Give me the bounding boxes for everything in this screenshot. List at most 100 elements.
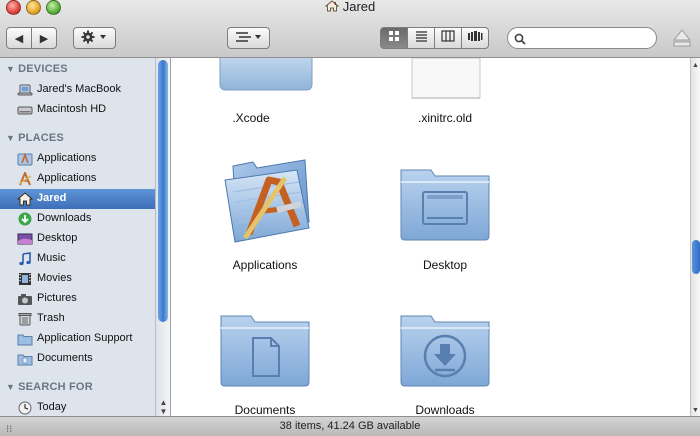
search-input[interactable] [530,30,654,48]
view-switcher [380,27,489,49]
arrange-menu-button[interactable] [227,27,270,49]
sidebar-section-places[interactable]: ▼ PLACES [6,132,64,144]
window-title: Jared [0,0,700,15]
sidebar-item-label: Downloads [37,212,92,224]
documents-icon [17,352,33,366]
sidebar-item-label: Applications [37,172,97,184]
forward-button[interactable]: ▶ [31,27,57,49]
sidebar-item-downloads[interactable]: Downloads [0,209,155,229]
sidebar-item-label: Macintosh HD [37,103,107,115]
harddisk-icon [17,103,33,117]
sidebar-item-trash[interactable]: Trash [0,309,155,329]
music-icon [17,252,33,266]
file-item-downloads[interactable]: Downloads [375,300,515,416]
sidebar-item-label: Music [37,252,66,264]
home-icon [16,192,34,206]
sidebar-item-label: Pictures [37,292,77,304]
arrange-icon [234,31,264,46]
sidebar-item-music[interactable]: Music [0,249,155,269]
applications-a-icon [17,170,33,186]
status-bar: ⁝⁝ 38 items, 41.24 GB available [0,416,700,436]
sidebar-item-applications-2[interactable]: Applications [0,169,155,189]
desktop-folder-icon [397,164,493,247]
sidebar-section-search-for[interactable]: ▼ SEARCH FOR [6,381,93,393]
file-name: Applications [232,258,298,272]
file-name: .xinitrc.old [417,111,473,125]
file-item-desktop[interactable]: Desktop [375,150,515,280]
column-view-icon [441,29,455,47]
sidebar-item-label: Applications [37,152,97,164]
file-item-xcode[interactable]: .Xcode [181,58,321,128]
sidebar-item-label: Trash [37,312,65,324]
scroll-down-icon[interactable]: ▼ [692,407,699,414]
downloads-folder-icon [397,310,493,393]
sidebar: ▼ DEVICES Jared's MacBook Macintosh HD ▼ P… [0,58,171,416]
sidebar-item-label: Movies [37,272,72,284]
sidebar-scroll-arrows[interactable]: ▲ ▼ [156,398,170,416]
file-item-applications[interactable]: Applications [195,150,335,280]
laptop-icon [17,83,33,97]
icon-view-button[interactable] [380,27,408,49]
home-icon [324,0,340,15]
sidebar-item-label: Jared [37,192,67,204]
section-label: DEVICES [18,63,68,75]
file-name: Downloads [415,403,475,416]
sidebar-item-documents[interactable]: Documents [0,349,155,369]
search-icon [514,32,526,50]
column-view-button[interactable] [434,27,462,49]
eject-icon[interactable] [672,27,692,54]
forward-arrow-icon: ▶ [39,32,49,45]
file-item-xinitrc[interactable]: .xinitrc.old [375,58,515,128]
gear-icon [81,30,109,47]
file-name: Desktop [422,258,468,272]
desktop-icon [17,232,33,246]
file-browser: .Xcode .xinitrc.old Applications Desktop… [171,58,690,416]
back-arrow-icon: ◀ [14,32,24,45]
sidebar-item-label: Documents [37,352,93,364]
content-scroll-thumb[interactable] [692,240,700,274]
sidebar-item-application-support[interactable]: Application Support [0,329,155,349]
downloads-icon [17,212,33,226]
document-icon [411,58,481,103]
sidebar-scroll-thumb[interactable] [158,60,168,322]
sidebar-item-label: Jared's MacBook [37,83,122,95]
coverflow-view-button[interactable] [461,27,489,49]
sidebar-item-pictures[interactable]: Pictures [0,289,155,309]
sidebar-section-devices[interactable]: ▼ DEVICES [6,63,68,75]
file-name: Documents [234,403,296,416]
sidebar-item-macbook[interactable]: Jared's MacBook [0,80,155,100]
section-label: PLACES [18,132,64,144]
toolbar: Jared ◀ ▶ [0,0,700,58]
back-button[interactable]: ◀ [6,27,32,49]
sidebar-item-label: Today [37,401,67,413]
folder-icon [218,58,314,95]
applications-folder-icon [219,152,315,251]
file-item-documents[interactable]: Documents [195,300,335,416]
list-view-icon [415,29,428,47]
sidebar-item-movies[interactable]: Movies [0,269,155,289]
resize-grip-icon[interactable]: ⁝⁝ [6,420,12,436]
action-menu-button[interactable] [73,27,116,49]
pictures-icon [17,292,33,306]
search-field[interactable] [507,27,657,49]
sidebar-item-label: Application Support [37,332,133,344]
clock-icon [17,401,33,415]
sidebar-scrollbar[interactable]: ▲ ▼ [155,58,170,416]
status-text: 38 items, 41.24 GB available [279,420,421,432]
sidebar-item-macintosh-hd[interactable]: Macintosh HD [0,100,155,120]
section-label: SEARCH FOR [18,381,93,393]
folder-icon [17,332,33,346]
sidebar-item-today[interactable]: Today [0,398,155,416]
sidebar-item-label: Desktop [37,232,78,244]
sidebar-item-jared[interactable]: Jared [0,189,155,209]
icon-view-icon [388,29,400,47]
trash-icon [17,312,33,326]
coverflow-view-icon [467,29,483,47]
finder-window: Jared ◀ ▶ ▼ DEVICES Jared's MacBook Maci… [0,0,700,436]
movies-icon [17,272,33,286]
list-view-button[interactable] [407,27,435,49]
scroll-up-icon[interactable]: ▲ [692,62,699,69]
content-scrollbar[interactable]: ▲ ▼ [690,58,700,416]
sidebar-item-applications[interactable]: Applications [0,149,155,169]
sidebar-item-desktop[interactable]: Desktop [0,229,155,249]
